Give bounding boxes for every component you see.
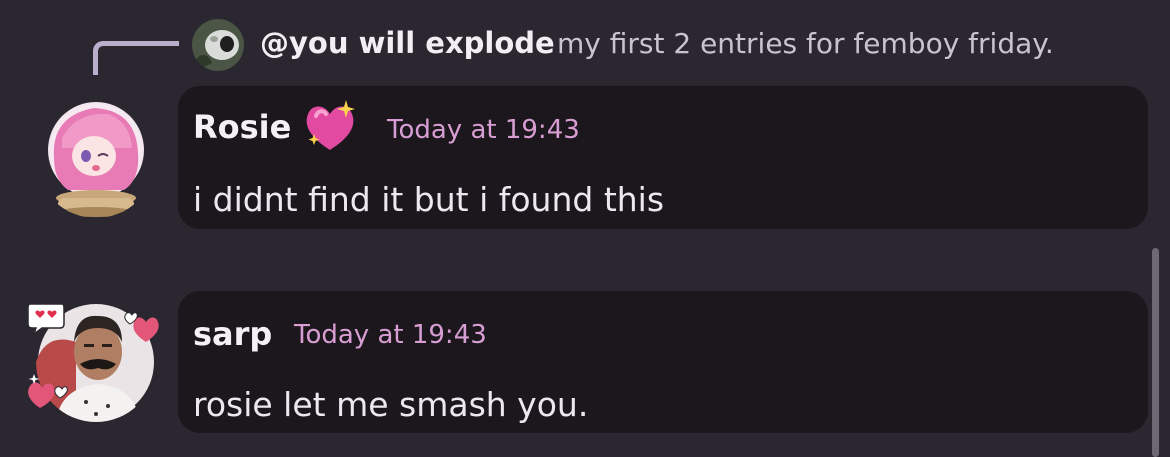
avatar[interactable] xyxy=(36,98,156,218)
reply-connector xyxy=(93,41,179,75)
scrollbar[interactable] xyxy=(1152,248,1159,457)
message-bubble[interactable]: sarp Today at 19:43 rosie let me smash y… xyxy=(178,291,1148,433)
message-author[interactable]: Rosie xyxy=(193,108,291,146)
snow-globe-anime-avatar-icon xyxy=(36,98,156,218)
message-timestamp[interactable]: Today at 19:43 xyxy=(387,115,580,145)
reply-author[interactable]: @you will explode xyxy=(260,26,555,60)
message-timestamp[interactable]: Today at 19:43 xyxy=(294,320,487,350)
message-author[interactable]: sarp xyxy=(193,315,272,353)
message-bubble[interactable]: Rosie Today at 19:43 i didnt find it but… xyxy=(178,86,1148,229)
hearts-icon xyxy=(122,306,164,350)
reply-avatar[interactable] xyxy=(192,19,244,71)
hearts-icon xyxy=(24,368,72,420)
heart-eyes-speech-icon xyxy=(26,300,66,340)
chat-view: @you will explode my first 2 entries for… xyxy=(0,0,1170,457)
sparkling-heart-icon xyxy=(302,98,358,160)
message-text: rosie let me smash you. xyxy=(193,385,589,424)
reply-preview-text[interactable]: my first 2 entries for femboy friday. xyxy=(557,27,1054,60)
message-text: i didnt find it but i found this xyxy=(193,180,665,219)
